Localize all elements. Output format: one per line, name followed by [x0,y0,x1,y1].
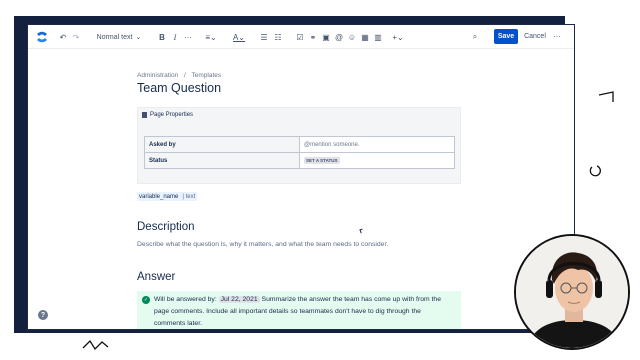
task-icon[interactable]: ☑ [295,30,305,44]
property-key: Status [144,152,300,169]
success-panel[interactable]: ✓ Will be answered by: Jul 22, 2021 Summ… [137,291,461,329]
table-row: Status SET A STATUS [144,152,455,169]
confluence-editor: ↶ ↷ Normal text ⌄ B I ··· ≡⌄ A⌄ ☰ ☷ ☑ ⚭ … [27,24,575,330]
variable-type: | text [182,193,196,200]
description-text[interactable]: Describe what the question is, why it ma… [137,241,388,248]
bullet-list-icon[interactable]: ☰ [259,30,269,44]
document-icon [142,112,147,118]
italic-icon[interactable]: I [170,30,180,44]
save-button[interactable]: Save [494,29,518,44]
page-properties-header: Page Properties [142,112,193,118]
emoji-icon[interactable]: ☺ [347,30,357,44]
decor-zigzag-icon [82,339,109,351]
breadcrumb-link-administration[interactable]: Administration [137,72,178,79]
properties-table: Asked by @mention someone. Status SET A … [144,136,455,169]
date-chip[interactable]: Jul 22, 2021 [218,296,260,303]
numbered-list-icon[interactable]: ☷ [273,30,283,44]
decor-circle-icon [589,165,601,177]
page-properties-macro[interactable]: Page Properties Asked by @mention someon… [137,107,461,184]
status-badge[interactable]: SET A STATUS [304,157,340,164]
screen: ↶ ↷ Normal text ⌄ B I ··· ≡⌄ A⌄ ☰ ☷ ☑ ⚭ … [0,0,640,360]
webcam-overlay [514,234,630,350]
asked-by-field[interactable]: @mention someone. [299,136,455,153]
template-variable[interactable]: variable_name | text [137,192,198,201]
cancel-button[interactable]: Cancel [522,29,548,44]
text-color-icon[interactable]: A⌄ [231,30,247,44]
page-properties-title: Page Properties [150,112,194,118]
image-icon[interactable]: ▣ [321,30,331,44]
presenter-avatar [516,236,628,348]
link-icon[interactable]: ⚭ [308,30,318,44]
bold-icon[interactable]: B [157,30,167,44]
help-icon[interactable]: ? [38,310,48,320]
table-row: Asked by @mention someone. [144,136,455,153]
alignment-icon[interactable]: ≡⌄ [204,30,218,44]
more-options-button[interactable]: ··· [550,29,564,44]
variable-name: variable_name [139,193,179,200]
text-style-label: Normal text [96,33,133,41]
search-icon[interactable]: ⌕ [470,30,480,44]
insert-more-icon[interactable]: +⌄ [390,30,406,44]
check-circle-icon: ✓ [142,296,150,304]
chevron-down-icon: ⌄ [135,34,142,41]
table-icon[interactable]: ▦ [360,30,370,44]
breadcrumb: Administration / Templates [137,72,225,79]
answer-heading[interactable]: Answer [137,271,175,283]
status-cell[interactable]: SET A STATUS [299,152,455,169]
undo-icon[interactable]: ↶ [58,30,68,44]
layout-icon[interactable]: ▥ [373,30,383,44]
answer-prefix: Will be answered by: [154,296,217,303]
decor-corner-icon [598,91,614,102]
mouse-cursor [359,228,364,234]
breadcrumb-separator: / [184,72,186,79]
confluence-logo-icon[interactable] [36,31,48,43]
page-title[interactable]: Team Question [137,81,221,95]
property-key: Asked by [144,136,300,153]
editor-toolbar: ↶ ↷ Normal text ⌄ B I ··· ≡⌄ A⌄ ☰ ☷ ☑ ⚭ … [28,25,574,49]
description-heading[interactable]: Description [137,221,195,233]
breadcrumb-link-templates[interactable]: Templates [192,72,222,79]
text-style-dropdown[interactable]: Normal text ⌄ [96,30,142,44]
panel-text: Will be answered by: Jul 22, 2021 Summar… [154,294,454,329]
redo-icon[interactable]: ↷ [71,30,81,44]
more-formatting-icon[interactable]: ··· [182,30,194,44]
mention-icon[interactable]: @ [334,30,344,44]
